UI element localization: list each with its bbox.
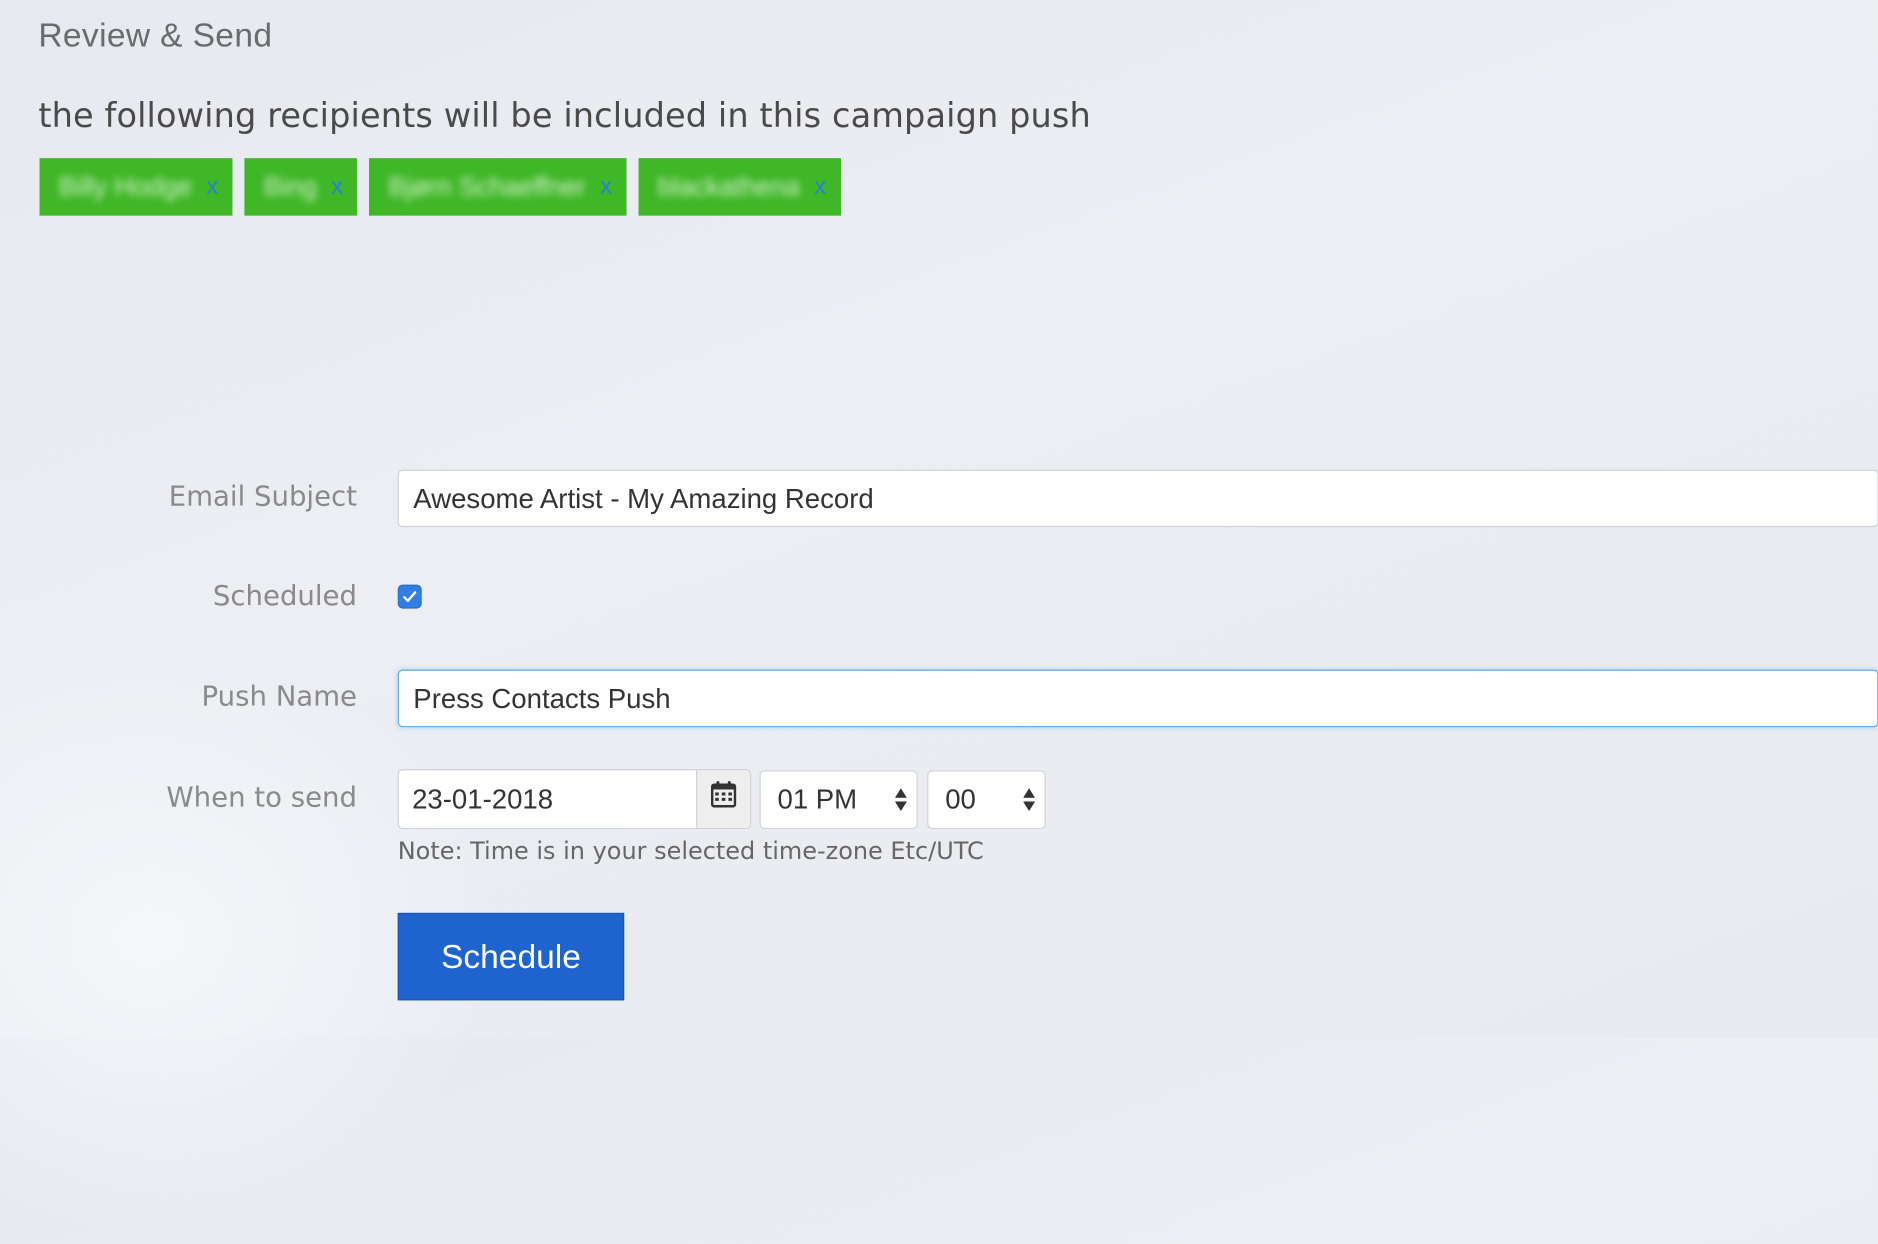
sort-arrows-icon bbox=[894, 788, 907, 812]
minute-select[interactable]: 00 bbox=[927, 770, 1046, 830]
scheduled-label: Scheduled bbox=[212, 581, 358, 613]
schedule-button[interactable]: Schedule bbox=[397, 912, 625, 1001]
minute-select-value: 00 bbox=[945, 783, 976, 815]
hour-select-value: 01 PM bbox=[777, 783, 858, 815]
email-subject-label: Email Subject bbox=[168, 481, 358, 513]
email-subject-input[interactable] bbox=[397, 469, 1878, 528]
checkmark-icon bbox=[403, 591, 417, 602]
push-name-input[interactable] bbox=[397, 669, 1878, 728]
date-picker: 23-01-2018 bbox=[397, 769, 752, 830]
push-name-label: Push Name bbox=[201, 681, 358, 713]
date-input[interactable]: 23-01-2018 bbox=[399, 770, 696, 828]
calendar-icon bbox=[711, 781, 737, 808]
calendar-button[interactable] bbox=[696, 770, 750, 828]
timezone-note: Note: Time is in your selected time-zone… bbox=[397, 836, 984, 865]
when-to-send-label: When to send bbox=[166, 782, 358, 814]
hour-select[interactable]: 01 PM bbox=[759, 770, 918, 830]
sort-arrows-icon bbox=[1023, 788, 1036, 812]
scheduled-checkbox[interactable] bbox=[397, 584, 422, 609]
